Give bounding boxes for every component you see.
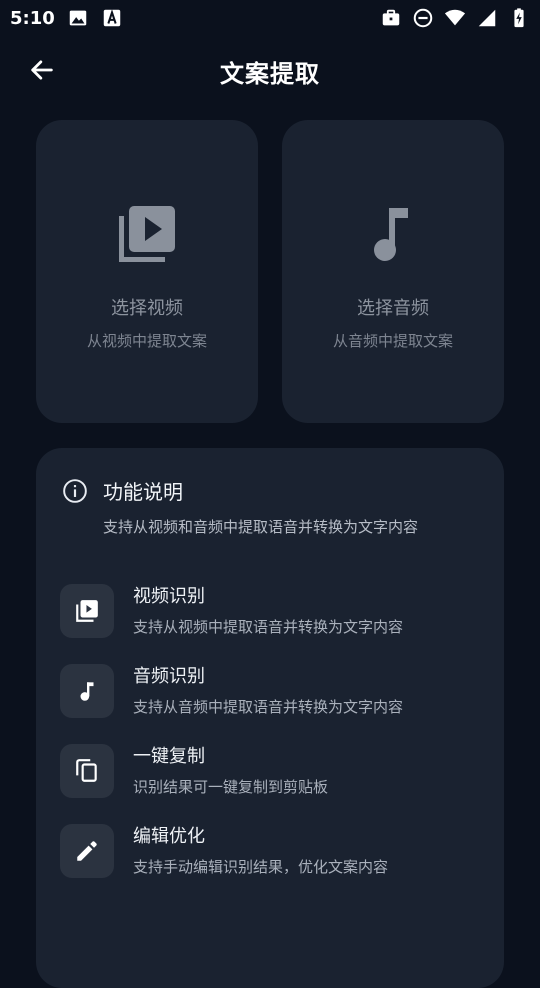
feature-title: 音频识别 (133, 666, 205, 687)
feature-info-card: 功能说明 支持从视频和音频中提取语音并转换为文字内容 视频识别 支持从视频中提取… (36, 448, 504, 988)
select-audio-subtitle: 从音频中提取文案 (332, 332, 453, 350)
app-bar: 文案提取 (0, 36, 540, 104)
info-title: 功能说明 (103, 480, 183, 504)
info-description: 支持从视频和音频中提取语音并转换为文字内容 (103, 518, 419, 536)
feature-title: 编辑优化 (133, 826, 205, 847)
feature-icon-tile (60, 744, 114, 798)
feature-subtitle: 支持从视频中提取语音并转换为文字内容 (133, 618, 404, 636)
select-video-card[interactable]: 选择视频 从视频中提取文案 (36, 120, 258, 423)
feature-item-edit-optimize: 编辑优化 支持手动编辑识别结果，优化文案内容 (60, 824, 480, 884)
signal-icon (476, 7, 498, 29)
feature-icon-tile (60, 664, 114, 718)
video-library-icon (76, 600, 98, 622)
music-note-icon (361, 202, 425, 266)
select-video-subtitle: 从视频中提取文案 (86, 332, 207, 350)
info-header: 功能说明 (62, 476, 183, 505)
music-note-icon (80, 682, 94, 701)
feature-icon-tile (60, 824, 114, 878)
font-a-icon (101, 7, 123, 29)
do-not-disturb-icon (412, 7, 434, 29)
feature-icon-tile (60, 584, 114, 638)
status-bar: 5:10 (0, 0, 540, 36)
info-icon (63, 478, 87, 503)
briefcase-icon (380, 7, 402, 29)
feature-subtitle: 支持手动编辑识别结果，优化文案内容 (133, 858, 389, 876)
select-video-title: 选择视频 (111, 298, 183, 319)
status-right (380, 7, 530, 29)
page-title: 文案提取 (220, 60, 320, 88)
image-icon (67, 7, 89, 29)
select-audio-title: 选择音频 (357, 298, 429, 319)
copy-icon (76, 759, 97, 782)
feature-subtitle: 识别结果可一键复制到剪贴板 (133, 778, 329, 796)
battery-charging-icon (508, 7, 530, 29)
feature-title: 视频识别 (133, 586, 205, 607)
wifi-icon (444, 7, 466, 29)
pencil-icon (77, 841, 97, 861)
feature-title: 一键复制 (133, 746, 205, 767)
status-left: 5:10 (10, 7, 123, 29)
select-audio-card[interactable]: 选择音频 从音频中提取文案 (282, 120, 504, 423)
video-library-icon (115, 202, 179, 266)
feature-item-audio-recognition: 音频识别 支持从音频中提取语音并转换为文字内容 (60, 664, 480, 724)
feature-item-video-recognition: 视频识别 支持从视频中提取语音并转换为文字内容 (60, 584, 480, 644)
status-time: 5:10 (10, 7, 55, 29)
feature-subtitle: 支持从音频中提取语音并转换为文字内容 (133, 698, 404, 716)
feature-item-one-click-copy: 一键复制 识别结果可一键复制到剪贴板 (60, 744, 480, 804)
